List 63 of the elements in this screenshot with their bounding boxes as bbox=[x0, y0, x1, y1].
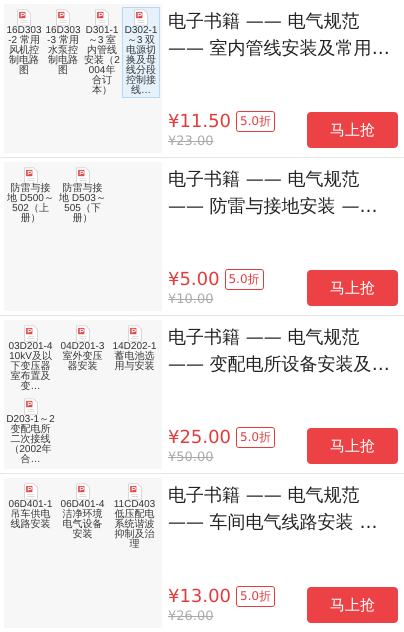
file-icon bbox=[17, 9, 31, 26]
price: ¥13.00 bbox=[168, 586, 231, 607]
original-price: ¥50.00 bbox=[168, 450, 214, 465]
product-title: 电子书籍 —— 电气规范 bbox=[168, 168, 360, 192]
product-title: 电子书籍 —— 电气规范 bbox=[168, 484, 360, 508]
buy-button[interactable]: 马上抢 bbox=[307, 112, 398, 148]
file-icon bbox=[24, 398, 38, 415]
file-tile[interactable]: D302-1～3 双电源切换及母线分段控制接线… bbox=[122, 7, 160, 98]
product-title: —— 防雷与接地安装 —… bbox=[168, 195, 378, 219]
file-name: 14D202-1 蓄电池选用与安装 bbox=[112, 342, 158, 372]
file-tile[interactable]: 11CD403 低压配电系统谐波抑制及治理 bbox=[109, 481, 160, 552]
file-icon bbox=[56, 9, 70, 26]
original-price: ¥23.00 bbox=[168, 134, 214, 149]
file-icon bbox=[128, 483, 142, 500]
discount-tag: 5.0折 bbox=[224, 269, 264, 290]
discount-tag: 5.0折 bbox=[236, 111, 276, 132]
buy-button[interactable]: 马上抢 bbox=[307, 428, 398, 464]
file-icon bbox=[95, 9, 109, 26]
file-tile[interactable]: 06D401-4 洁净环境电气设备安装 bbox=[57, 481, 108, 552]
file-tile[interactable]: 16D303-3 常用水泵控制电路图 bbox=[44, 7, 82, 98]
file-name: 16D303-3 常用水泵控制电路图 bbox=[45, 26, 81, 76]
product-title: 电子书籍 —— 电气规范 bbox=[168, 326, 360, 350]
file-icon bbox=[134, 9, 148, 26]
product-title: 电子书籍 —— 电气规范 bbox=[168, 10, 360, 34]
file-icon bbox=[128, 325, 142, 342]
buy-button[interactable]: 马上抢 bbox=[307, 270, 398, 306]
file-name: D301-1～3 室内管线安装（2004年合订本） bbox=[84, 26, 120, 96]
file-name: 防雷与接地 D500～502（上册） bbox=[6, 184, 55, 224]
file-name: 04D201-3 室外变压器安装 bbox=[60, 342, 106, 372]
price: ¥25.00 bbox=[168, 427, 231, 448]
file-tile[interactable]: 防雷与接地 D503～505（下册） bbox=[57, 165, 108, 226]
file-tile[interactable]: D301-1～3 室内管线安装（2004年合订本） bbox=[83, 7, 121, 98]
original-price: ¥26.00 bbox=[168, 609, 214, 624]
price: ¥5.00 bbox=[168, 269, 220, 290]
file-name: 16D303-2 常用风机控制电路图 bbox=[6, 26, 42, 76]
file-name: 06D401-1 吊车供电线路安装 bbox=[8, 500, 54, 530]
original-price: ¥10.00 bbox=[168, 292, 214, 307]
file-tile[interactable]: D203-1～2 变配电所二次接线（2002年合… bbox=[5, 396, 56, 467]
product-title: —— 车间电气线路安装 … bbox=[168, 511, 378, 535]
file-name: 11CD403 低压配电系统谐波抑制及治理 bbox=[112, 500, 156, 550]
discount-tag: 5.0折 bbox=[236, 586, 276, 607]
file-icon bbox=[76, 325, 90, 342]
buy-button[interactable]: 马上抢 bbox=[307, 587, 398, 623]
file-tile[interactable]: 16D303-2 常用风机控制电路图 bbox=[5, 7, 43, 98]
product-title: —— 室内管线安装及常用… bbox=[168, 37, 391, 61]
file-tile[interactable]: 06D401-1 吊车供电线路安装 bbox=[5, 481, 56, 552]
file-name: 防雷与接地 D503～505（下册） bbox=[58, 184, 107, 224]
file-tile[interactable]: 14D202-1 蓄电池选用与安装 bbox=[109, 323, 160, 394]
product-title: —— 变配电所设备安装及… bbox=[168, 353, 391, 377]
file-tile[interactable]: 03D201-4 10kV及以下变压器室布置及变… bbox=[5, 323, 56, 394]
file-icon bbox=[24, 483, 38, 500]
price: ¥11.50 bbox=[168, 111, 231, 132]
file-icon bbox=[76, 483, 90, 500]
file-tile[interactable]: 防雷与接地 D500～502（上册） bbox=[5, 165, 56, 226]
file-name: 06D401-4 洁净环境电气设备安装 bbox=[60, 500, 106, 540]
file-icon bbox=[24, 325, 38, 342]
file-name: D302-1～3 双电源切换及母线分段控制接线… bbox=[124, 26, 158, 96]
discount-tag: 5.0折 bbox=[236, 427, 276, 448]
file-tile[interactable]: 04D201-3 室外变压器安装 bbox=[57, 323, 108, 394]
file-name: 03D201-4 10kV及以下变压器室布置及变… bbox=[8, 342, 54, 392]
file-name: D203-1～2 变配电所二次接线（2002年合… bbox=[6, 415, 55, 465]
file-icon bbox=[24, 167, 38, 184]
file-icon bbox=[76, 167, 90, 184]
